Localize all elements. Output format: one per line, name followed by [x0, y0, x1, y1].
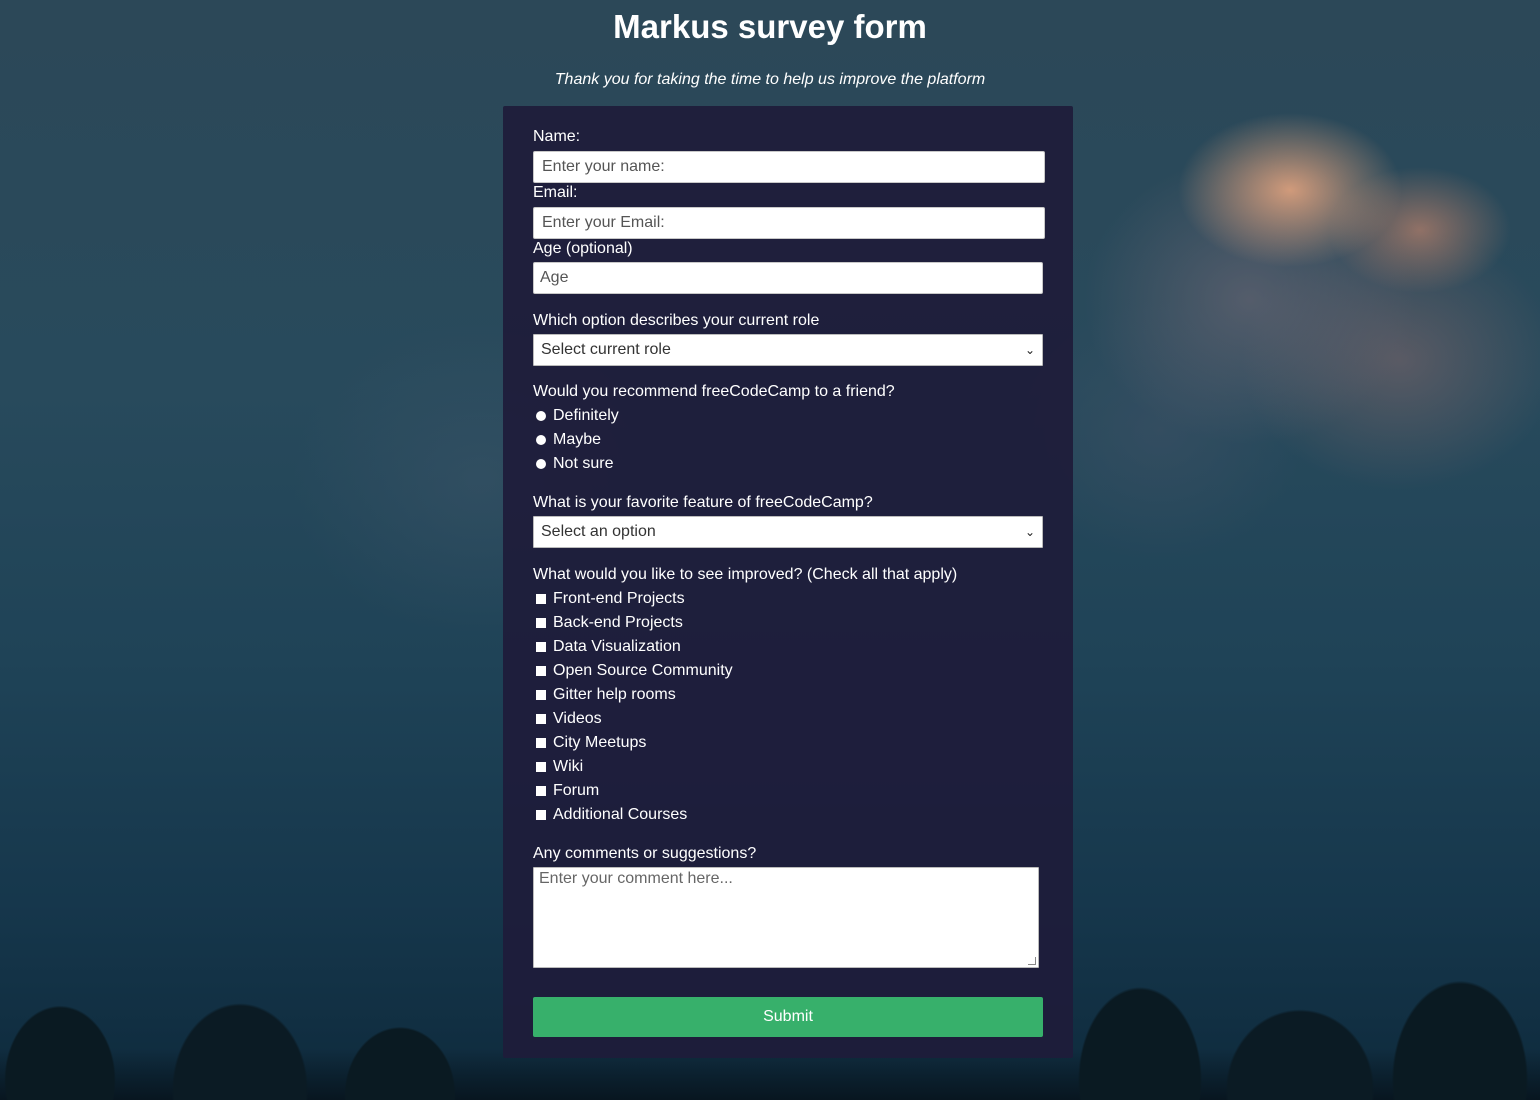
- checkbox-label: Forum: [553, 782, 600, 799]
- page-title: Markus survey form: [613, 8, 927, 45]
- radio-button[interactable]: [536, 459, 546, 469]
- checkbox-front-end-projects[interactable]: Front-end Projects: [536, 589, 685, 609]
- email-input[interactable]: Enter your Email:: [533, 207, 1045, 239]
- role-select-value: Select current role: [541, 341, 671, 358]
- checkbox-city-meetups[interactable]: City Meetups: [536, 733, 646, 753]
- radio-label: Not sure: [553, 455, 614, 472]
- checkbox[interactable]: [536, 762, 546, 772]
- feature-select-value: Select an option: [541, 523, 656, 540]
- checkbox-label: Data Visualization: [553, 638, 681, 655]
- radio-button[interactable]: [536, 411, 546, 421]
- checkbox[interactable]: [536, 786, 546, 796]
- survey-form: Name: Enter your name: Email: Enter your…: [503, 106, 1073, 1058]
- checkbox-label: Additional Courses: [553, 806, 688, 823]
- checkbox[interactable]: [536, 810, 546, 820]
- checkbox[interactable]: [536, 690, 546, 700]
- radio-not-sure[interactable]: Not sure: [536, 454, 613, 474]
- comments-placeholder: Enter your comment here...: [539, 870, 733, 887]
- feature-label: What is your favorite feature of freeCod…: [533, 494, 873, 511]
- checkbox[interactable]: [536, 618, 546, 628]
- checkbox-open-source-community[interactable]: Open Source Community: [536, 661, 733, 681]
- checkbox-label: Open Source Community: [553, 662, 733, 679]
- improve-label: What would you like to see improved? (Ch…: [533, 566, 958, 583]
- checkbox-label: Videos: [553, 710, 602, 727]
- role-select[interactable]: Select current role ⌄: [533, 334, 1043, 366]
- checkbox[interactable]: [536, 642, 546, 652]
- name-label: Name:: [533, 128, 581, 145]
- checkbox-label: City Meetups: [553, 734, 647, 751]
- checkbox[interactable]: [536, 594, 546, 604]
- checkbox-additional-courses[interactable]: Additional Courses: [536, 805, 687, 825]
- checkbox-data-visualization[interactable]: Data Visualization: [536, 637, 681, 657]
- chevron-down-icon: ⌄: [1024, 525, 1035, 539]
- feature-select[interactable]: Select an option ⌄: [533, 516, 1043, 548]
- radio-button[interactable]: [536, 435, 546, 445]
- submit-button[interactable]: Submit: [533, 997, 1043, 1037]
- age-input[interactable]: Age: [533, 262, 1043, 294]
- comments-label: Any comments or suggestions?: [533, 845, 757, 862]
- age-label: Age (optional): [533, 240, 633, 257]
- role-label: Which option describes your current role: [533, 312, 820, 329]
- radio-label: Maybe: [553, 431, 602, 448]
- radio-maybe[interactable]: Maybe: [536, 430, 601, 450]
- checkbox-gitter-help-rooms[interactable]: Gitter help rooms: [536, 685, 676, 705]
- checkbox-wiki[interactable]: Wiki: [536, 757, 583, 777]
- checkbox-back-end-projects[interactable]: Back-end Projects: [536, 613, 683, 633]
- checkbox[interactable]: [536, 666, 546, 676]
- email-label: Email:: [533, 184, 578, 201]
- comments-textarea[interactable]: Enter your comment here...: [533, 867, 1039, 968]
- checkbox-label: Wiki: [553, 758, 584, 775]
- radio-label: Definitely: [553, 407, 619, 424]
- chevron-down-icon: ⌄: [1024, 343, 1035, 357]
- resize-handle-icon[interactable]: [1028, 957, 1036, 965]
- checkbox-label: Back-end Projects: [553, 614, 683, 631]
- name-input[interactable]: Enter your name:: [533, 151, 1045, 183]
- radio-definitely[interactable]: Definitely: [536, 406, 619, 426]
- checkbox[interactable]: [536, 714, 546, 724]
- checkbox-label: Front-end Projects: [553, 590, 685, 607]
- checkbox-forum[interactable]: Forum: [536, 781, 599, 801]
- checkbox-label: Gitter help rooms: [553, 686, 676, 703]
- page-description: Thank you for taking the time to help us…: [554, 71, 986, 88]
- recommend-label: Would you recommend freeCodeCamp to a fr…: [533, 383, 895, 400]
- checkbox[interactable]: [536, 738, 546, 748]
- checkbox-videos[interactable]: Videos: [536, 709, 602, 729]
